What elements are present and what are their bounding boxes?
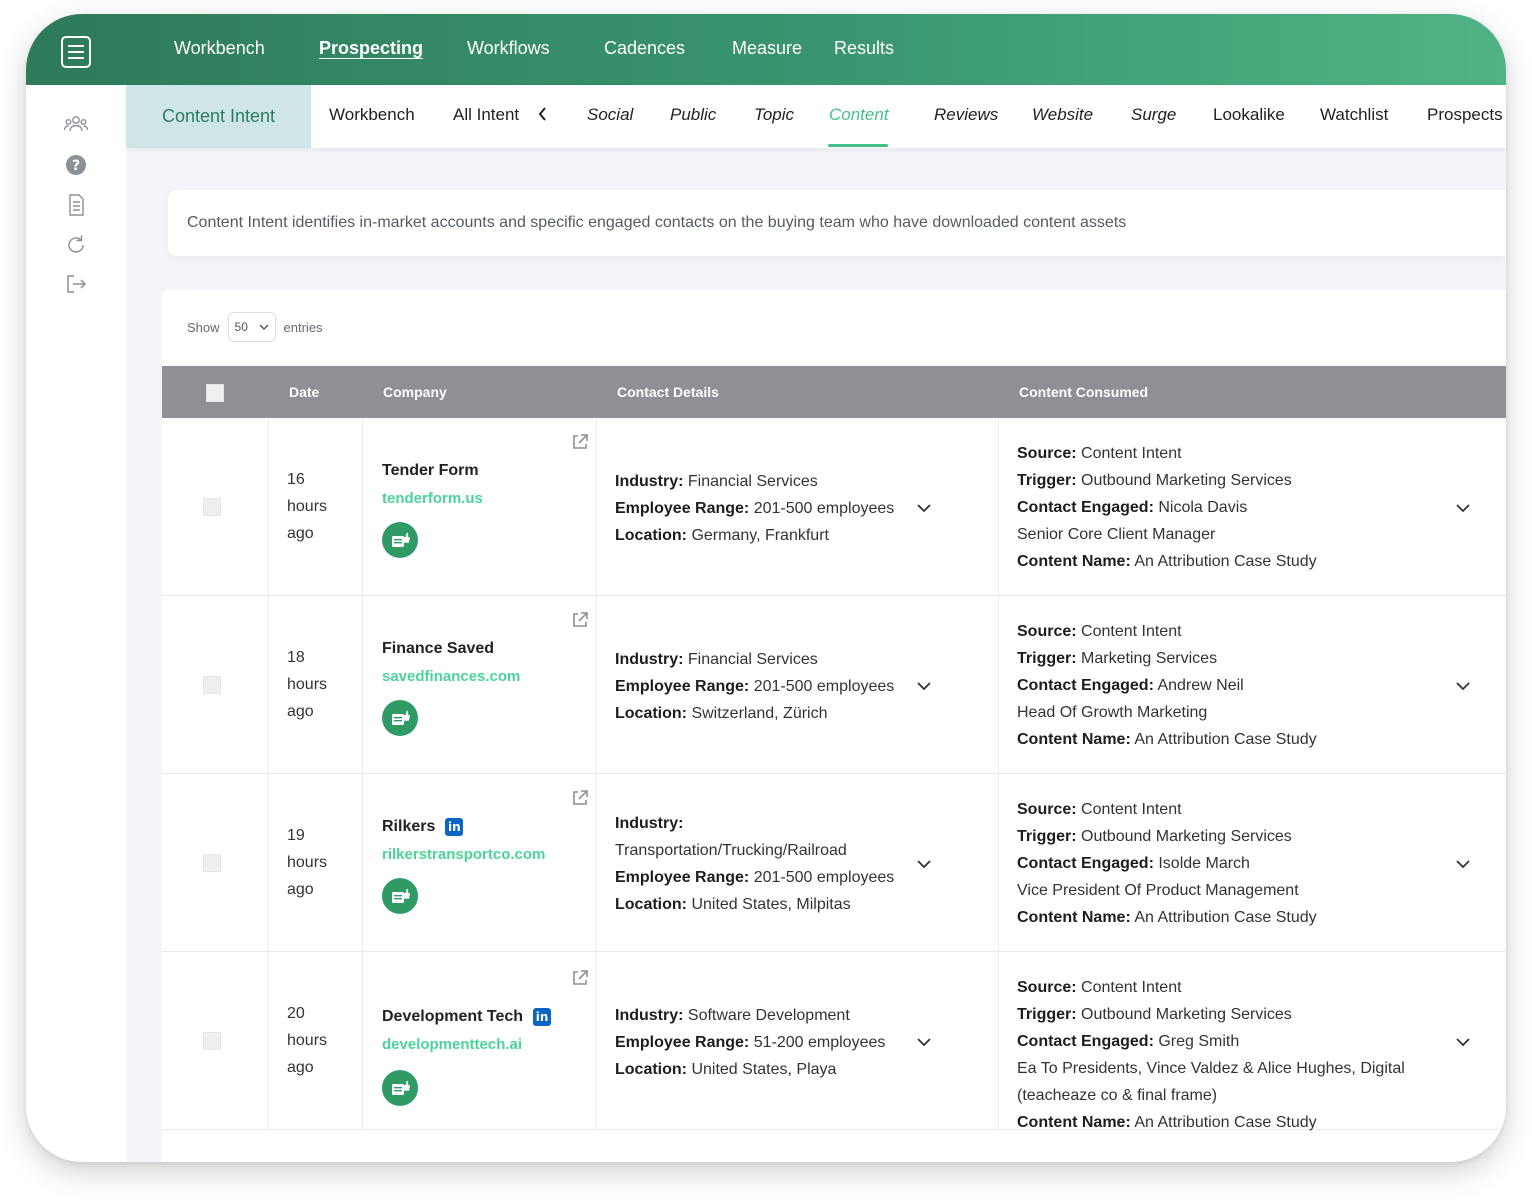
table-row: 19 hours ago Rilkers in rilkerstransportc…: [162, 774, 1506, 952]
intent-table-card: Show 50 entries Date Company Contact Det…: [162, 290, 1506, 1162]
left-sidebar: ?: [26, 85, 126, 1162]
contact-title: Ea To Presidents, Vince Valdez & Alice H…: [1017, 1060, 1405, 1104]
logout-icon[interactable]: [63, 271, 89, 297]
tab-website[interactable]: Website: [1032, 105, 1093, 125]
tab-all-intent[interactable]: All Intent: [453, 105, 519, 125]
chevron-down-icon[interactable]: [1455, 501, 1471, 513]
app-window: Workbench Prospecting Workflows Cadences…: [26, 14, 1506, 1162]
table-row: 16 hours ago Tender Form tenderform.us I…: [162, 418, 1506, 596]
hamburger-menu-icon[interactable]: [61, 36, 91, 68]
intent-subnav: Content Intent Workbench All Intent Soci…: [126, 85, 1506, 148]
tab-lookalike[interactable]: Lookalike: [1213, 105, 1285, 125]
content-consumed: Source: Content Intent Trigger: Outbound…: [1017, 796, 1437, 931]
thumbs-up-icon[interactable]: [382, 700, 418, 736]
entries-value: 50: [234, 320, 248, 334]
thumbs-up-icon[interactable]: [382, 878, 418, 914]
content-consumed: Source: Content Intent Trigger: Outbound…: [1017, 440, 1437, 575]
description-banner: Content Intent identifies in-market acco…: [168, 190, 1506, 256]
entries-control: Show 50 entries: [187, 312, 323, 342]
contact-details: Industry: Transportation/Trucking/Railro…: [615, 815, 895, 913]
header-date[interactable]: Date: [289, 384, 319, 400]
content-consumed: Source: Content Intent Trigger: Marketin…: [1017, 618, 1437, 753]
company-name: Finance Saved: [382, 640, 495, 657]
header-content-consumed[interactable]: Content Consumed: [1019, 384, 1148, 400]
contact-title: Vice President Of Product Management: [1017, 882, 1299, 899]
external-link-icon[interactable]: [570, 968, 590, 988]
row-date: 20 hours ago: [287, 1005, 328, 1076]
document-icon[interactable]: [63, 192, 89, 218]
company-url[interactable]: savedfinances.com: [382, 668, 520, 685]
contact-details: Industry: Financial Services Employee Ra…: [615, 651, 895, 722]
chevron-down-icon: [259, 324, 269, 330]
external-link-icon[interactable]: [570, 610, 590, 630]
entries-select[interactable]: 50: [227, 312, 276, 342]
topnav-cadences[interactable]: Cadences: [604, 38, 685, 59]
topnav-results[interactable]: Results: [834, 38, 894, 59]
chevron-down-icon[interactable]: [1455, 1035, 1471, 1047]
linkedin-icon[interactable]: in: [445, 818, 464, 836]
chevron-down-icon[interactable]: [916, 501, 932, 513]
contact-title: Head Of Growth Marketing: [1017, 704, 1208, 721]
tab-surge[interactable]: Surge: [1131, 105, 1176, 125]
company-name: Tender Form: [382, 462, 479, 479]
top-nav: Workbench Prospecting Workflows Cadences…: [26, 14, 1506, 85]
help-icon[interactable]: ?: [63, 152, 89, 178]
select-all-checkbox[interactable]: [206, 384, 224, 402]
thumbs-up-icon[interactable]: [382, 522, 418, 558]
company-name: Rilkers in: [382, 818, 464, 836]
header-contact-details[interactable]: Contact Details: [617, 384, 719, 400]
header-company[interactable]: Company: [383, 384, 447, 400]
table-row: 20 hours ago Development Tech in developm…: [162, 952, 1506, 1131]
chevron-down-icon[interactable]: [1455, 857, 1471, 869]
chevron-down-icon[interactable]: [916, 857, 932, 869]
row-date: 19 hours ago: [287, 827, 328, 898]
company-name: Development Tech in: [382, 1008, 552, 1026]
description-text: Content Intent identifies in-market acco…: [187, 214, 1127, 231]
tab-reviews[interactable]: Reviews: [934, 105, 998, 125]
entries-label: entries: [283, 319, 323, 335]
row-checkbox[interactable]: [203, 676, 221, 694]
tab-content[interactable]: Content: [829, 105, 889, 125]
topnav-workbench[interactable]: Workbench: [174, 38, 265, 59]
current-section-label: Content Intent: [126, 85, 311, 148]
refresh-icon[interactable]: [63, 232, 89, 258]
company-url[interactable]: tenderform.us: [382, 490, 483, 507]
svg-text:?: ?: [72, 158, 80, 174]
tab-topic[interactable]: Topic: [754, 105, 794, 125]
linkedin-icon[interactable]: in: [533, 1008, 552, 1026]
content-consumed: Source: Content Intent Trigger: Outbound…: [1017, 974, 1437, 1136]
tab-workbench[interactable]: Workbench: [329, 105, 415, 125]
company-url[interactable]: developmenttech.ai: [382, 1036, 522, 1053]
row-date: 18 hours ago: [287, 649, 328, 720]
tab-watchlist[interactable]: Watchlist: [1320, 105, 1388, 125]
chevron-left-icon[interactable]: [536, 105, 550, 123]
users-icon[interactable]: [63, 112, 89, 138]
thumbs-up-icon[interactable]: [382, 1070, 418, 1106]
contact-details: Industry: Financial Services Employee Ra…: [615, 473, 895, 544]
row-date: 16 hours ago: [287, 471, 328, 542]
chevron-down-icon[interactable]: [916, 679, 932, 691]
chevron-down-icon[interactable]: [1455, 679, 1471, 691]
row-checkbox[interactable]: [203, 854, 221, 872]
topnav-workflows[interactable]: Workflows: [467, 38, 550, 59]
row-checkbox[interactable]: [203, 498, 221, 516]
tab-public[interactable]: Public: [670, 105, 716, 125]
external-link-icon[interactable]: [570, 432, 590, 452]
contact-title: Senior Core Client Manager: [1017, 526, 1216, 543]
table-row: 18 hours ago Finance Saved savedfinances…: [162, 596, 1506, 774]
company-url[interactable]: rilkerstransportco.com: [382, 846, 545, 863]
row-checkbox[interactable]: [203, 1032, 221, 1050]
table-header: Date Company Contact Details Content Con…: [162, 366, 1506, 418]
external-link-icon[interactable]: [570, 788, 590, 808]
topnav-prospecting[interactable]: Prospecting: [319, 38, 423, 59]
topnav-measure[interactable]: Measure: [732, 38, 802, 59]
active-tab-indicator: [828, 144, 888, 147]
tab-prospects[interactable]: Prospects: [1427, 105, 1503, 125]
show-label: Show: [187, 319, 220, 335]
contact-details: Industry: Software Development Employee …: [615, 1007, 886, 1078]
chevron-down-icon[interactable]: [916, 1035, 932, 1047]
tab-social[interactable]: Social: [587, 105, 633, 125]
